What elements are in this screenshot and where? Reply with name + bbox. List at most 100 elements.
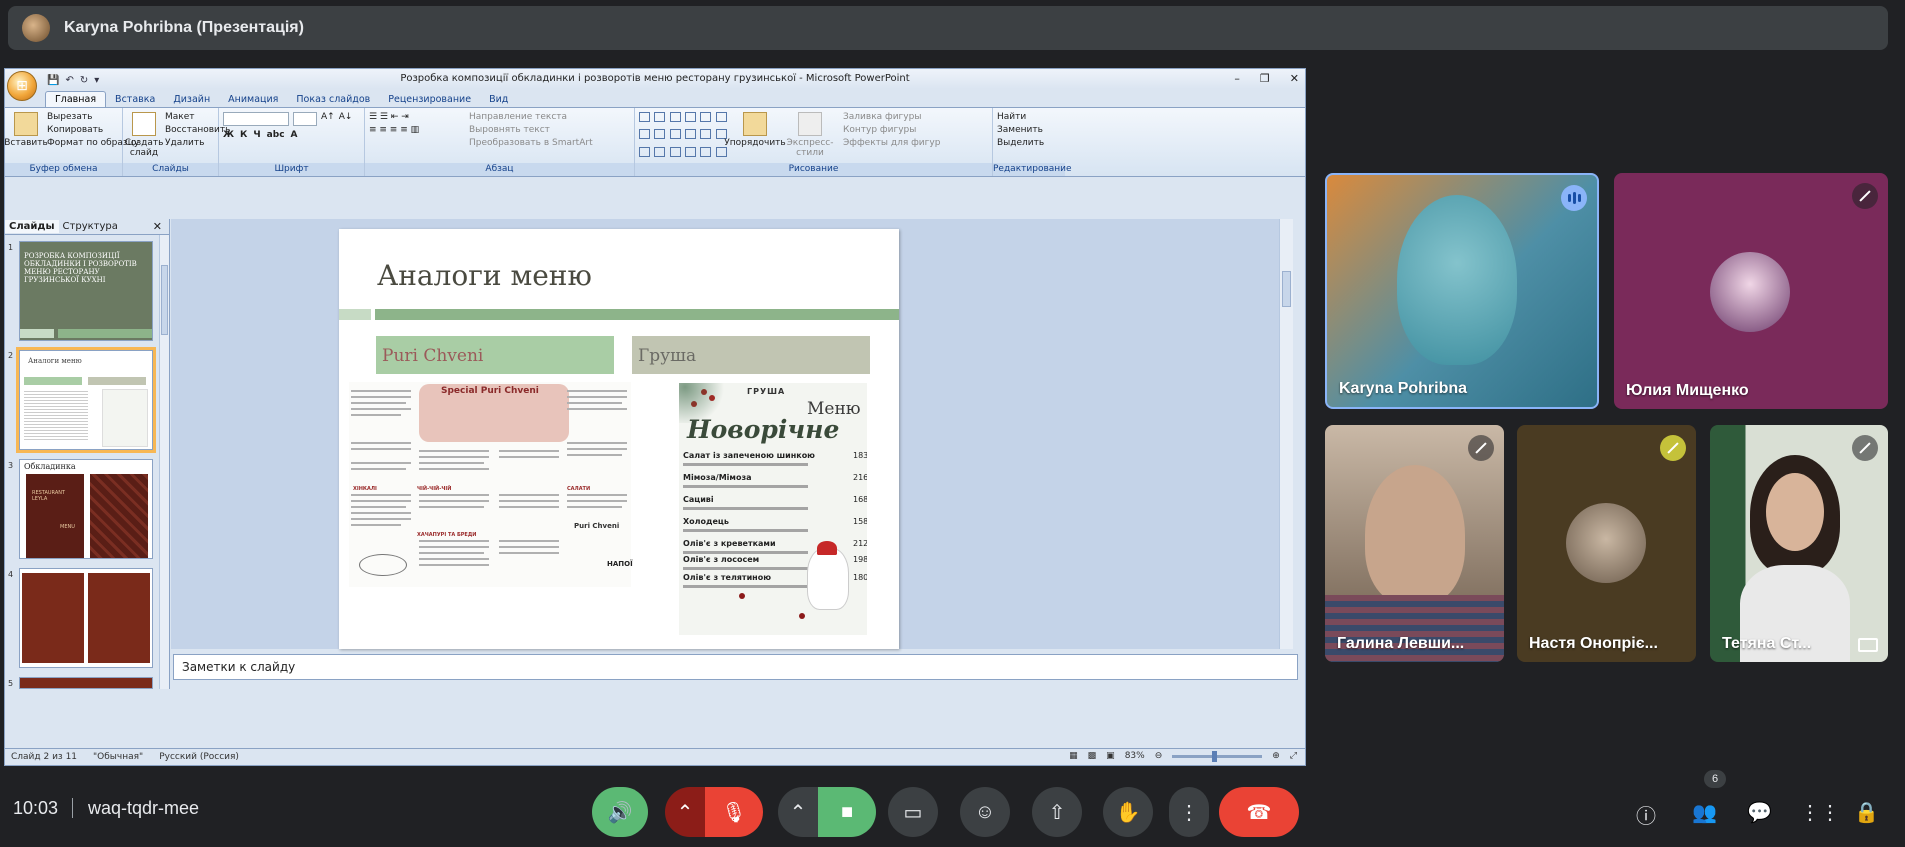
office-button[interactable]: ⊞ bbox=[7, 71, 37, 101]
mic-toggle-button[interactable]: 🎙 bbox=[705, 787, 763, 837]
strike-icon[interactable]: abc bbox=[267, 130, 285, 140]
activities-icon[interactable]: ⋮⋮ bbox=[1800, 800, 1840, 825]
view-sorter-icon[interactable]: ▩ bbox=[1088, 751, 1097, 761]
notes-field[interactable]: Заметки к слайду bbox=[173, 654, 1298, 680]
font-color-icon[interactable]: A bbox=[291, 130, 298, 140]
replace-button[interactable]: Заменить bbox=[997, 125, 1044, 135]
quick-styles-button[interactable]: Экспресс-стили bbox=[781, 112, 839, 162]
restore-icon[interactable]: ❐ bbox=[1260, 69, 1270, 89]
qat-dropdown-icon[interactable]: ▾ bbox=[94, 71, 99, 91]
text-direction-button[interactable]: Направление текста bbox=[469, 112, 593, 122]
slide-title[interactable]: Аналоги меню bbox=[377, 259, 592, 292]
label-grusha[interactable]: Груша bbox=[632, 336, 870, 374]
undo-icon[interactable]: ↶ bbox=[65, 71, 73, 91]
panel-scrollbar[interactable] bbox=[159, 235, 169, 689]
tab-outline[interactable]: Структура bbox=[59, 220, 122, 233]
select-button[interactable]: Выделить bbox=[997, 138, 1044, 148]
chevron-up-icon: ⌃ bbox=[789, 801, 807, 824]
zoom-level[interactable]: 83% bbox=[1125, 751, 1145, 761]
find-button[interactable]: Найти bbox=[997, 112, 1044, 122]
video-tile-tetiana[interactable]: Тетяна Ст... bbox=[1710, 425, 1888, 662]
fit-window-icon[interactable]: ⤢ bbox=[1290, 751, 1297, 761]
paste-button[interactable]: Вставить bbox=[5, 112, 48, 162]
video-tile-karyna[interactable]: Karyna Pohribna bbox=[1325, 173, 1599, 409]
present-button[interactable]: ⇧ bbox=[1032, 787, 1082, 837]
font-name-select[interactable] bbox=[223, 112, 289, 126]
host-controls-icon[interactable]: 🔒 bbox=[1854, 800, 1879, 825]
italic-icon[interactable]: К bbox=[240, 130, 247, 140]
shape-effects-button[interactable]: Эффекты для фигур bbox=[843, 138, 940, 148]
tab-design[interactable]: Дизайн bbox=[164, 92, 219, 107]
edit-scroll-knob[interactable] bbox=[1282, 271, 1291, 307]
tab-home[interactable]: Главная bbox=[45, 91, 107, 107]
video-tile-yulia[interactable]: Юлия Мищенко bbox=[1614, 173, 1888, 409]
save-icon[interactable]: 💾 bbox=[47, 71, 59, 91]
chat-icon[interactable]: 💬 bbox=[1747, 800, 1772, 825]
item-price: 168 bbox=[853, 495, 867, 504]
theme-name: "Обычная" bbox=[93, 752, 144, 762]
font-size-select[interactable] bbox=[293, 112, 317, 126]
redo-icon[interactable]: ↻ bbox=[80, 71, 88, 91]
info-icon[interactable]: ⓘ bbox=[1636, 800, 1656, 829]
reactions-button[interactable]: ☺ bbox=[960, 787, 1010, 837]
hang-up-icon: ☎ bbox=[1246, 801, 1272, 824]
grow-font-icon[interactable]: A↑ bbox=[321, 112, 335, 126]
shrink-font-icon[interactable]: A↓ bbox=[339, 112, 353, 126]
tab-slideshow[interactable]: Показ слайдов bbox=[287, 92, 379, 107]
menu2-item: Сациві 168 bbox=[683, 495, 867, 504]
menu-image-grusha[interactable]: ГРУША Меню Новорічне Салат із запеченою … bbox=[679, 383, 867, 635]
tab-review[interactable]: Рецензирование bbox=[379, 92, 480, 107]
minimize-icon[interactable]: – bbox=[1234, 69, 1240, 89]
shape-fill-button[interactable]: Заливка фигуры bbox=[843, 112, 940, 122]
slide-thumb-2[interactable]: Аналоги меню bbox=[16, 347, 156, 453]
bullets-icon[interactable]: ☰ ☰ ⇤ ⇥ bbox=[369, 112, 465, 122]
speaker-button[interactable]: 🔊 bbox=[592, 787, 648, 837]
tab-animation[interactable]: Анимация bbox=[219, 92, 287, 107]
current-slide[interactable]: Аналоги меню Puri Chveni Груша Special P… bbox=[339, 229, 899, 649]
panel-close-icon[interactable]: ✕ bbox=[149, 219, 166, 234]
tab-insert[interactable]: Вставка bbox=[106, 92, 164, 107]
close-icon[interactable]: ✕ bbox=[1290, 69, 1299, 89]
mic-off-icon: 🎙 bbox=[721, 801, 747, 824]
align-text-button[interactable]: Выровнять текст bbox=[469, 125, 593, 135]
align-icons[interactable]: ≡ ≡ ≡ ≡ ▥ bbox=[369, 125, 465, 135]
panel-scroll-knob[interactable] bbox=[161, 265, 168, 335]
raise-hand-button[interactable]: ✋ bbox=[1103, 787, 1153, 837]
menu1-header: ХАЧАПУРІ ТА БРЕДИ bbox=[417, 532, 477, 538]
captions-button[interactable]: ▭ bbox=[888, 787, 938, 837]
bold-icon[interactable]: Ж bbox=[223, 130, 234, 140]
zoom-slider[interactable] bbox=[1172, 750, 1263, 762]
edit-scrollbar[interactable] bbox=[1279, 219, 1293, 649]
slide-thumb-5[interactable] bbox=[19, 677, 153, 689]
people-icon[interactable]: 👥 bbox=[1692, 800, 1717, 825]
zoom-in-icon[interactable]: ⊕ bbox=[1272, 751, 1280, 761]
pip-icon[interactable] bbox=[1858, 638, 1878, 652]
mic-options-button[interactable]: ⌃ bbox=[665, 787, 705, 837]
video-tile-nastia[interactable]: Настя Онопріє... bbox=[1517, 425, 1696, 662]
more-options-button[interactable]: ⋮ bbox=[1169, 787, 1209, 837]
arrange-button[interactable]: Упорядочить bbox=[724, 112, 786, 162]
view-show-icon[interactable]: ▣ bbox=[1106, 751, 1115, 761]
zoom-out-icon[interactable]: ⊖ bbox=[1155, 751, 1163, 761]
new-slide-button[interactable]: Создать слайд bbox=[125, 112, 163, 162]
menu-image-puri-chveni[interactable]: Special Puri Chveni ХІНКАЛІ ЧІЙ-ЧІЙ-ЧІЙ bbox=[349, 382, 633, 587]
convert-smartart-button[interactable]: Преобразовать в SmartArt bbox=[469, 138, 593, 148]
participant-name: Галина Левши... bbox=[1337, 635, 1465, 652]
label-puri-chveni[interactable]: Puri Chveni bbox=[376, 336, 614, 374]
video-tile-halyna[interactable]: Галина Левши... bbox=[1325, 425, 1504, 662]
slide-thumb-3[interactable]: Обкладинка RESTAURANT LEYLA MENU bbox=[19, 459, 153, 559]
tab-view[interactable]: Вид bbox=[480, 92, 517, 107]
quick-styles-icon bbox=[798, 112, 822, 136]
underline-icon[interactable]: Ч bbox=[253, 130, 260, 140]
slide-thumb-4[interactable] bbox=[19, 568, 153, 668]
slide-thumb-1[interactable]: РОЗРОБКА КОМПОЗИЦІЇ ОБКЛАДИНКИ І РОЗВОРО… bbox=[19, 241, 153, 341]
view-normal-icon[interactable]: ▦ bbox=[1069, 751, 1078, 761]
tab-slides[interactable]: Слайды bbox=[5, 220, 59, 233]
shape-outline-button[interactable]: Контур фигуры bbox=[843, 125, 940, 135]
special-banner: Special Puri Chveni bbox=[419, 384, 569, 442]
more-vert-icon: ⋮ bbox=[1179, 801, 1199, 824]
leave-call-button[interactable]: ☎ bbox=[1219, 787, 1299, 837]
camera-toggle-button[interactable]: ■ bbox=[818, 787, 876, 837]
shapes-gallery[interactable] bbox=[639, 112, 729, 162]
camera-options-button[interactable]: ⌃ bbox=[778, 787, 818, 837]
